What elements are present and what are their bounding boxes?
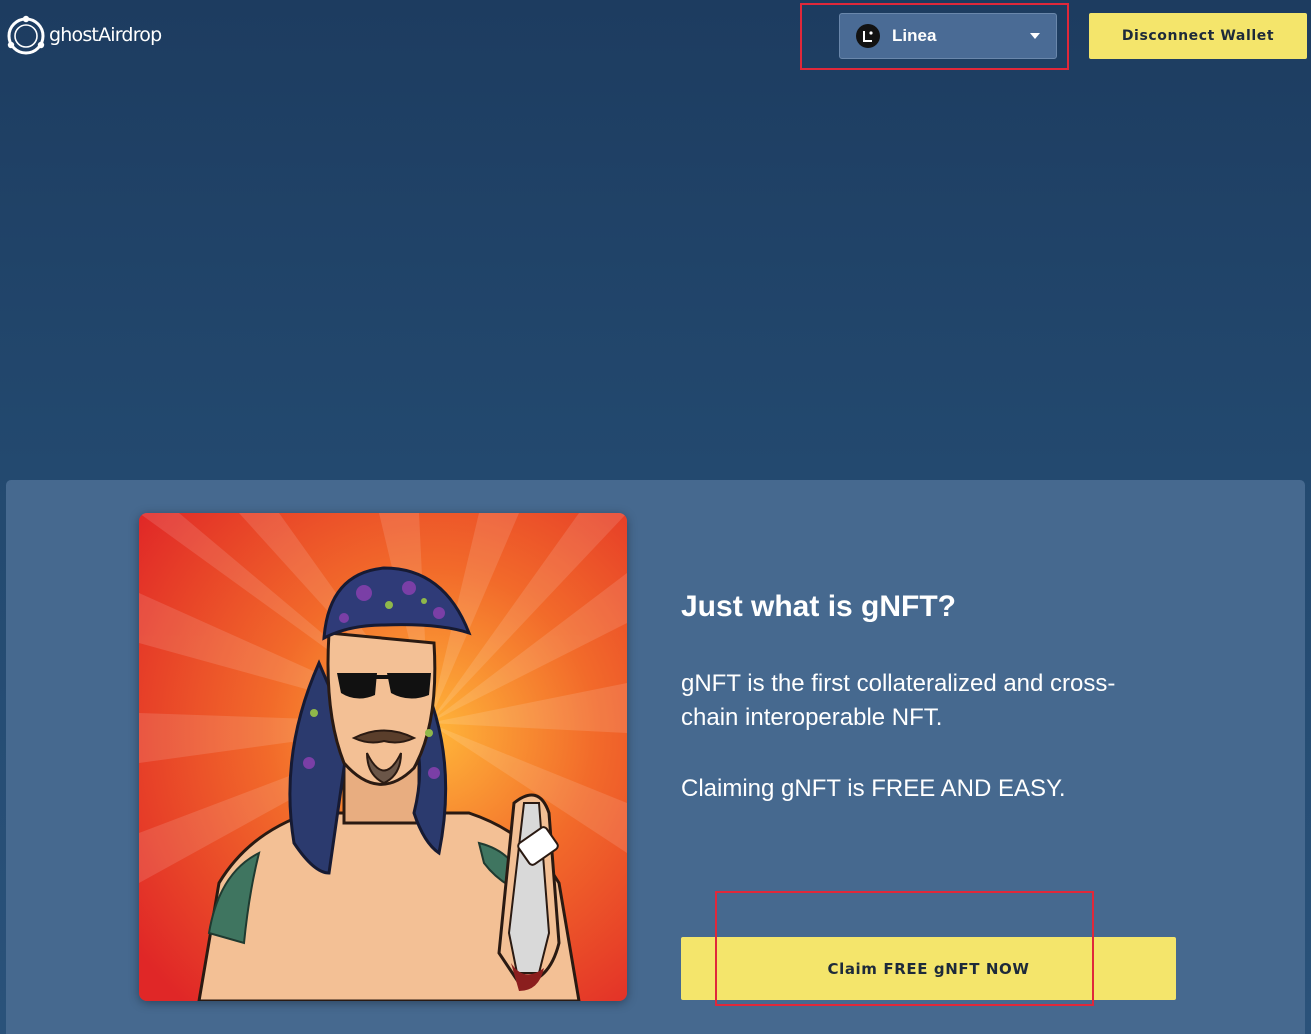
ghost-logo-icon — [7, 15, 45, 55]
logo-text: ghostAirdrop — [49, 24, 162, 46]
network-selector-dropdown[interactable]: Linea — [839, 13, 1057, 59]
gnft-heading: Just what is gNFT? — [681, 590, 957, 623]
ghost-airdrop-logo[interactable]: ghostAirdrop — [5, 13, 162, 59]
selected-network-label: Linea — [892, 26, 937, 45]
claim-info-text: Claiming gNFT is FREE AND EASY. — [681, 775, 1066, 802]
top-navigation-bar: ghostAirdrop Linea Disconnect Wallet — [0, 0, 1311, 72]
chevron-down-icon — [1030, 33, 1040, 39]
disconnect-wallet-button[interactable]: Disconnect Wallet — [1089, 13, 1307, 59]
gnft-description: gNFT is the first collateralized and cro… — [681, 670, 1116, 731]
linea-network-icon — [856, 24, 880, 48]
claim-free-gnft-button[interactable]: Claim FREE gNFT NOW — [681, 937, 1176, 1000]
gnft-info-panel: Just what is gNFT? gNFT is the first col… — [6, 480, 1305, 1034]
gnft-image — [139, 513, 627, 1001]
gnft-character-illustration — [139, 513, 627, 1001]
